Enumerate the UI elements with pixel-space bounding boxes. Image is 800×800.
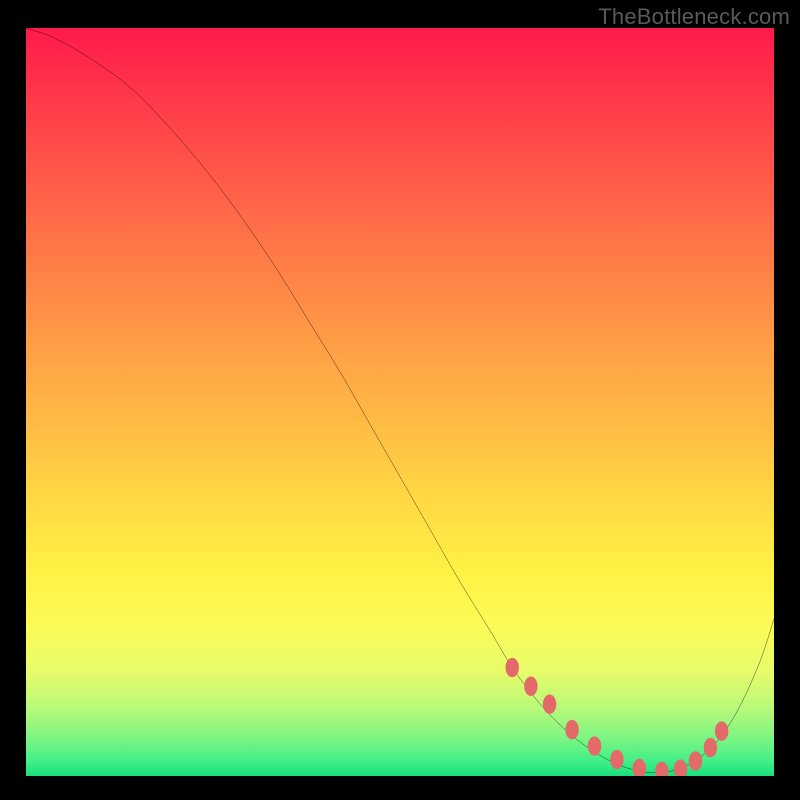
optimum-dot xyxy=(655,762,668,776)
figure-frame: TheBottleneck.com xyxy=(0,0,800,800)
optimum-dot xyxy=(715,721,728,740)
optimum-dot xyxy=(543,694,556,713)
plot-area xyxy=(26,28,774,776)
optimum-dot xyxy=(674,760,687,776)
optimum-dot xyxy=(505,658,518,677)
optimum-dots xyxy=(26,28,774,776)
optimum-dot xyxy=(689,751,702,770)
watermark-text: TheBottleneck.com xyxy=(598,4,790,30)
optimum-dot xyxy=(704,738,717,757)
optimum-dot xyxy=(588,736,601,755)
optimum-dot xyxy=(633,759,646,776)
optimum-dot xyxy=(610,750,623,769)
optimum-dot xyxy=(524,677,537,696)
optimum-dot xyxy=(565,720,578,739)
